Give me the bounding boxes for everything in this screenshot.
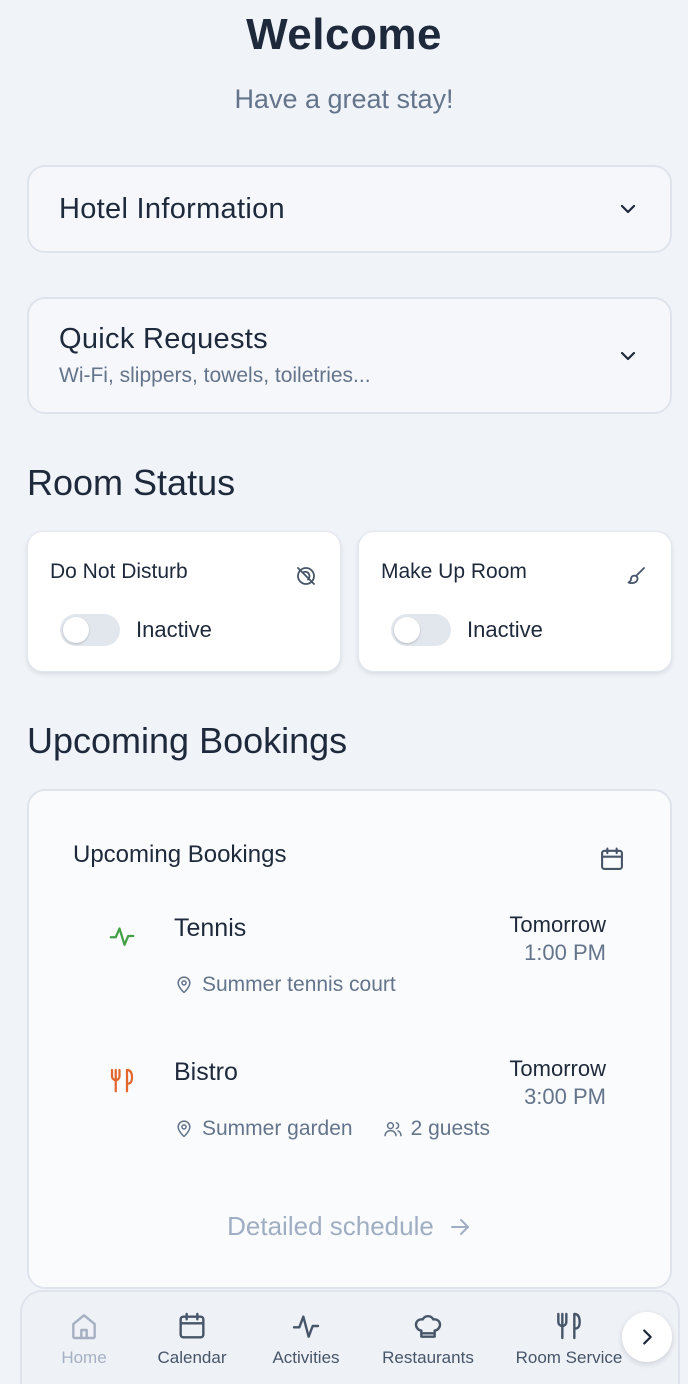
- nav-label: Activities: [272, 1348, 340, 1367]
- map-pin-icon: [177, 1120, 191, 1138]
- hotel-information-accordion[interactable]: Hotel Information: [27, 165, 672, 253]
- detailed-schedule-label: Detailed schedule: [227, 1211, 434, 1241]
- hotel-information-title: Hotel Information: [59, 192, 285, 225]
- arrow-right-icon: [450, 1219, 469, 1235]
- quick-requests-accordion[interactable]: Quick Requests Wi-Fi, slippers, towels, …: [27, 297, 672, 414]
- do-not-disturb-state: Inactive: [136, 617, 212, 642]
- brush-icon: [627, 567, 645, 584]
- chevron-down-icon: [620, 204, 636, 214]
- bookings-card-title: Upcoming Bookings: [73, 841, 287, 868]
- nav-item-restaurants[interactable]: Restaurants: [378, 1310, 478, 1368]
- do-not-disturb-card: Do Not Disturb Inactive: [27, 531, 341, 672]
- booking-day: Tomorrow: [509, 1056, 606, 1081]
- bottom-navigation: Home Calendar Activities Restaurants Roo…: [20, 1290, 680, 1384]
- header: Welcome Have a great stay!: [0, 0, 688, 115]
- nav-item-calendar[interactable]: Calendar: [152, 1310, 232, 1368]
- calendar-icon: [179, 1312, 205, 1339]
- booking-day: Tomorrow: [509, 912, 606, 937]
- make-up-room-label: Make Up Room: [381, 560, 527, 583]
- booking-meta: Summer tennis court: [174, 973, 396, 997]
- map-pin-icon: [177, 976, 191, 994]
- nav-label: Calendar: [157, 1348, 227, 1367]
- chevron-right-icon: [643, 1329, 652, 1345]
- nav-next-button[interactable]: [622, 1312, 672, 1362]
- nav-label: Room Service: [515, 1348, 623, 1367]
- nav-item-home[interactable]: Home: [54, 1310, 114, 1368]
- quick-requests-subtitle: Wi-Fi, slippers, towels, toiletries...: [59, 364, 371, 387]
- nav-item-room-service[interactable]: Room Service: [512, 1310, 626, 1368]
- booking-name: Tennis: [174, 914, 247, 942]
- toggle-knob: [63, 617, 89, 643]
- page-title: Welcome: [246, 10, 442, 59]
- booking-time: 1:00 PM: [524, 940, 606, 965]
- upcoming-bookings-card: Upcoming Bookings Tennis Tomorrow 1:00 P…: [27, 789, 672, 1289]
- toggle-knob: [394, 617, 420, 643]
- make-up-room-toggle[interactable]: [391, 614, 451, 646]
- chevron-down-icon: [620, 351, 636, 360]
- nav-label: Restaurants: [382, 1348, 474, 1367]
- detailed-schedule-link[interactable]: Detailed schedule: [29, 1211, 670, 1242]
- room-status-title: Room Status: [27, 462, 236, 503]
- do-not-disturb-toggle[interactable]: [60, 614, 120, 646]
- booking-location: Summer garden: [202, 1117, 353, 1140]
- utensils-icon: [110, 1068, 134, 1093]
- utensils-icon: [557, 1312, 581, 1340]
- booking-time: 3:00 PM: [524, 1084, 606, 1109]
- do-not-disturb-label: Do Not Disturb: [50, 560, 188, 583]
- bell-off-icon: [297, 567, 315, 585]
- make-up-room-card: Make Up Room Inactive: [358, 531, 672, 672]
- calendar-icon[interactable]: [598, 845, 626, 873]
- activity-icon: [292, 1315, 320, 1338]
- users-icon: [383, 1122, 402, 1137]
- booking-name: Bistro: [174, 1058, 238, 1086]
- upcoming-bookings-section-title: Upcoming Bookings: [27, 720, 348, 761]
- activity-icon: [109, 927, 135, 946]
- page-subtitle: Have a great stay!: [234, 84, 454, 114]
- booking-guests: 2 guests: [410, 1117, 490, 1140]
- quick-requests-title: Quick Requests: [59, 323, 268, 355]
- nav-item-activities[interactable]: Activities: [264, 1310, 348, 1368]
- booking-meta: Summer garden 2 guests: [174, 1117, 490, 1141]
- nav-label: Home: [61, 1348, 107, 1367]
- make-up-room-state: Inactive: [467, 617, 543, 642]
- chef-hat-icon: [414, 1315, 442, 1338]
- booking-location: Summer tennis court: [202, 973, 396, 996]
- home-icon: [72, 1314, 96, 1340]
